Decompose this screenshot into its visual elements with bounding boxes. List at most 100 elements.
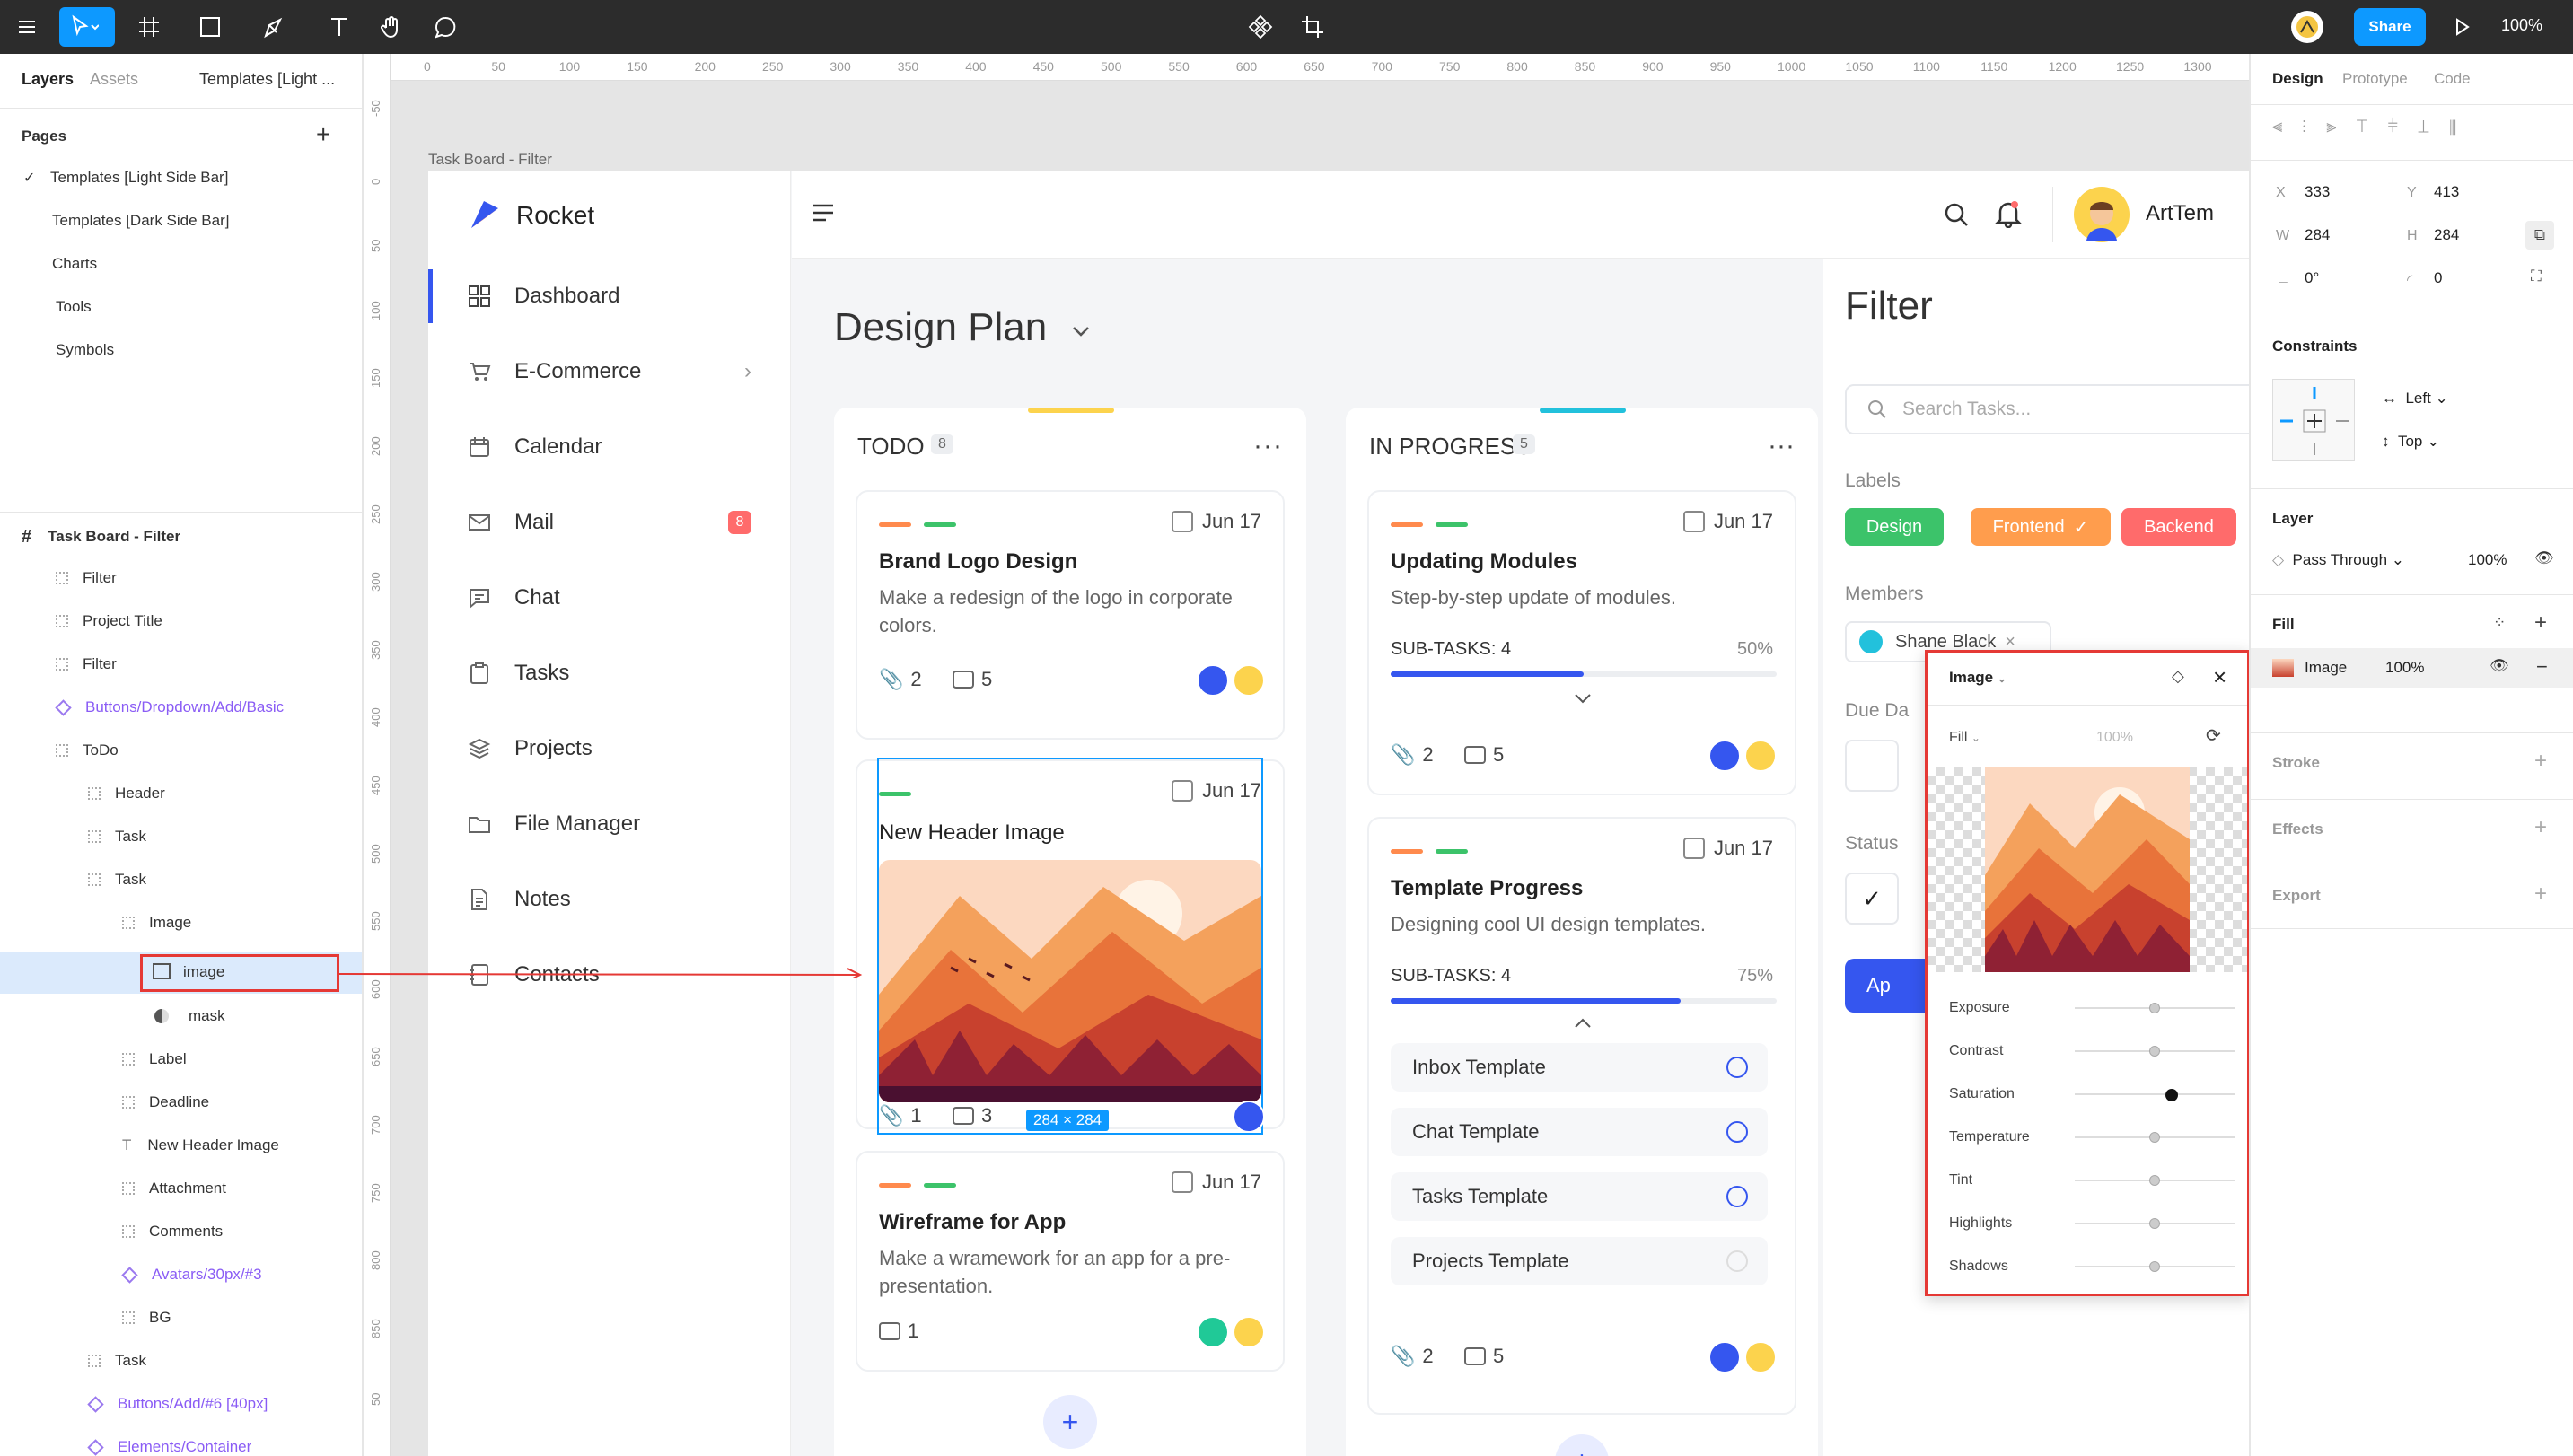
nav-mail[interactable]: Mail 8	[428, 496, 791, 549]
fill-row[interactable]: Image 100% 👁 −	[2251, 648, 2573, 688]
more-icon[interactable]: ···	[1253, 431, 1283, 461]
page-item[interactable]: ✓ Templates [Light Side Bar]	[0, 160, 362, 196]
zoom-level[interactable]: 100%	[2501, 16, 2542, 35]
check-circle-icon[interactable]	[1726, 1186, 1748, 1207]
layer-opacity[interactable]: 100%	[2468, 551, 2507, 569]
bell-icon[interactable]	[1995, 199, 2022, 228]
component-icon[interactable]	[1246, 13, 1275, 41]
page-switcher[interactable]: Templates [Light ...	[199, 70, 335, 89]
tab-layers[interactable]: Layers	[22, 70, 74, 89]
rotate-icon[interactable]: ⟳	[2206, 724, 2221, 747]
rotation-input[interactable]: 0°	[2305, 269, 2319, 287]
subtask-item[interactable]: Chat Template	[1391, 1108, 1768, 1156]
share-button[interactable]: Share	[2354, 8, 2426, 46]
adjustment-slider-tint[interactable]: Tint	[1928, 1159, 2247, 1202]
image-opacity[interactable]: 100%	[2096, 730, 2133, 746]
x-input[interactable]: 333	[2305, 183, 2330, 201]
tab-design[interactable]: Design	[2272, 70, 2323, 88]
slider-knob[interactable]	[2149, 1132, 2160, 1143]
task-card[interactable]: Jun 17 Brand Logo Design Make a redesign…	[856, 490, 1285, 740]
nav-dashboard[interactable]: Dashboard	[428, 269, 791, 323]
independent-corners-icon[interactable]: ⛶	[2531, 268, 2542, 285]
tab-code[interactable]: Code	[2434, 70, 2471, 88]
layer-item[interactable]: Task	[0, 1340, 362, 1381]
search-icon[interactable]	[1943, 201, 1970, 228]
adjustment-slider-contrast[interactable]: Contrast	[1928, 1030, 2247, 1073]
add-effect-icon[interactable]: +	[2534, 815, 2547, 840]
page-item[interactable]: Charts	[0, 246, 362, 282]
layer-item[interactable]: Avatars/30px/#3	[0, 1254, 362, 1295]
empty-circle-icon[interactable]	[1726, 1250, 1748, 1272]
tab-assets[interactable]: Assets	[90, 70, 138, 89]
horizontal-constraint-select[interactable]: ↔ Left ⌄	[2382, 390, 2448, 408]
add-task-button[interactable]: +	[1043, 1395, 1097, 1449]
hamburger-icon[interactable]	[812, 203, 837, 224]
task-card[interactable]: Jun 17 Updating Modules Step-by-step upd…	[1367, 490, 1796, 795]
add-fill-icon[interactable]: +	[2534, 610, 2547, 636]
add-stroke-icon[interactable]: +	[2534, 749, 2547, 774]
eye-icon[interactable]: 👁	[2534, 549, 2554, 567]
constrain-proportions-icon[interactable]: ⧉	[2525, 221, 2554, 250]
nav-notes[interactable]: Notes	[428, 873, 791, 926]
status-checkbox[interactable]: ✓	[1845, 873, 1899, 925]
style-icon[interactable]: ◇	[2172, 667, 2184, 686]
task-card[interactable]: Jun 17 Wireframe for App Make a wramewor…	[856, 1151, 1285, 1372]
add-page-icon[interactable]: +	[316, 120, 330, 149]
label-chip-backend[interactable]: Backend	[2121, 508, 2236, 546]
vertical-constraint-select[interactable]: ↕ Top ⌄	[2382, 433, 2439, 451]
add-task-button[interactable]: +	[1555, 1434, 1609, 1456]
user-avatar[interactable]	[2291, 11, 2323, 43]
layer-item[interactable]: Deadline	[0, 1082, 362, 1123]
slider-knob[interactable]	[2165, 1089, 2178, 1101]
layer-item[interactable]: Filter	[0, 644, 362, 685]
layer-item[interactable]: Task	[0, 816, 362, 857]
frame-label[interactable]: Task Board - Filter	[428, 151, 552, 169]
chevron-down-icon[interactable]	[1574, 693, 1592, 704]
check-circle-icon[interactable]	[1726, 1121, 1748, 1143]
layer-item[interactable]: Attachment	[0, 1168, 362, 1209]
layer-item[interactable]: Task	[0, 859, 362, 900]
subtask-item[interactable]: Tasks Template	[1391, 1172, 1768, 1221]
adjustment-slider-saturation[interactable]: Saturation	[1928, 1073, 2247, 1116]
date-picker[interactable]	[1845, 740, 1899, 792]
hand-tool-icon[interactable]	[377, 13, 406, 41]
subtask-item[interactable]: Inbox Template	[1391, 1043, 1768, 1092]
slider-knob[interactable]	[2149, 1003, 2160, 1013]
apply-button[interactable]: Ap	[1845, 959, 1935, 1013]
blend-mode-select[interactable]: ◇ Pass Through ⌄	[2272, 551, 2404, 569]
layer-item[interactable]: Header	[0, 773, 362, 814]
adjustment-slider-highlights[interactable]: Highlights	[1928, 1202, 2247, 1245]
layer-item[interactable]: Comments	[0, 1211, 362, 1252]
label-chip-frontend[interactable]: Frontend ✓	[1971, 508, 2111, 546]
move-tool-button[interactable]	[59, 7, 115, 47]
comment-tool-icon[interactable]	[431, 13, 460, 41]
page-item[interactable]: Templates [Dark Side Bar]	[0, 203, 362, 239]
layer-item[interactable]: Project Title	[0, 601, 362, 642]
layer-item[interactable]: Buttons/Add/#6 [40px]	[0, 1383, 362, 1425]
check-circle-icon[interactable]	[1726, 1057, 1748, 1078]
shape-tool-icon[interactable]	[196, 13, 224, 41]
slider-track[interactable]	[2075, 1093, 2235, 1095]
nav-file-manager[interactable]: File Manager	[428, 797, 791, 851]
tab-prototype[interactable]: Prototype	[2342, 70, 2408, 88]
layer-item[interactable]: T New Header Image	[0, 1125, 362, 1166]
styles-icon[interactable]: ⁘	[2493, 614, 2506, 632]
fill-mode-select[interactable]: Fill ⌄	[1949, 730, 1980, 746]
slider-knob[interactable]	[2149, 1261, 2160, 1272]
user-avatar[interactable]	[2074, 187, 2130, 242]
layer-item[interactable]: Label	[0, 1039, 362, 1080]
layer-item[interactable]: Buttons/Dropdown/Add/Basic	[0, 687, 362, 728]
layer-item[interactable]: ToDo	[0, 730, 362, 771]
y-input[interactable]: 413	[2434, 183, 2459, 201]
task-card[interactable]: Jun 17 Template Progress Designing cool …	[1367, 817, 1796, 1415]
popup-title[interactable]: Image ⌄	[1949, 669, 2007, 687]
layer-item[interactable]: Filter	[0, 557, 362, 599]
play-icon[interactable]	[2447, 13, 2476, 41]
label-chip-design[interactable]: Design	[1845, 508, 1944, 546]
nav-chat[interactable]: Chat	[428, 571, 791, 625]
width-input[interactable]: 284	[2305, 226, 2330, 244]
subtask-item[interactable]: Projects Template	[1391, 1237, 1768, 1285]
alignment-icons[interactable]: ⫷⫶⫸⊤⫩⊥⫴	[2272, 117, 2476, 137]
task-card[interactable]: Jun 17 New Header Image 📎 1 3 284 × 284	[856, 758, 1285, 1135]
slider-knob[interactable]	[2149, 1218, 2160, 1229]
